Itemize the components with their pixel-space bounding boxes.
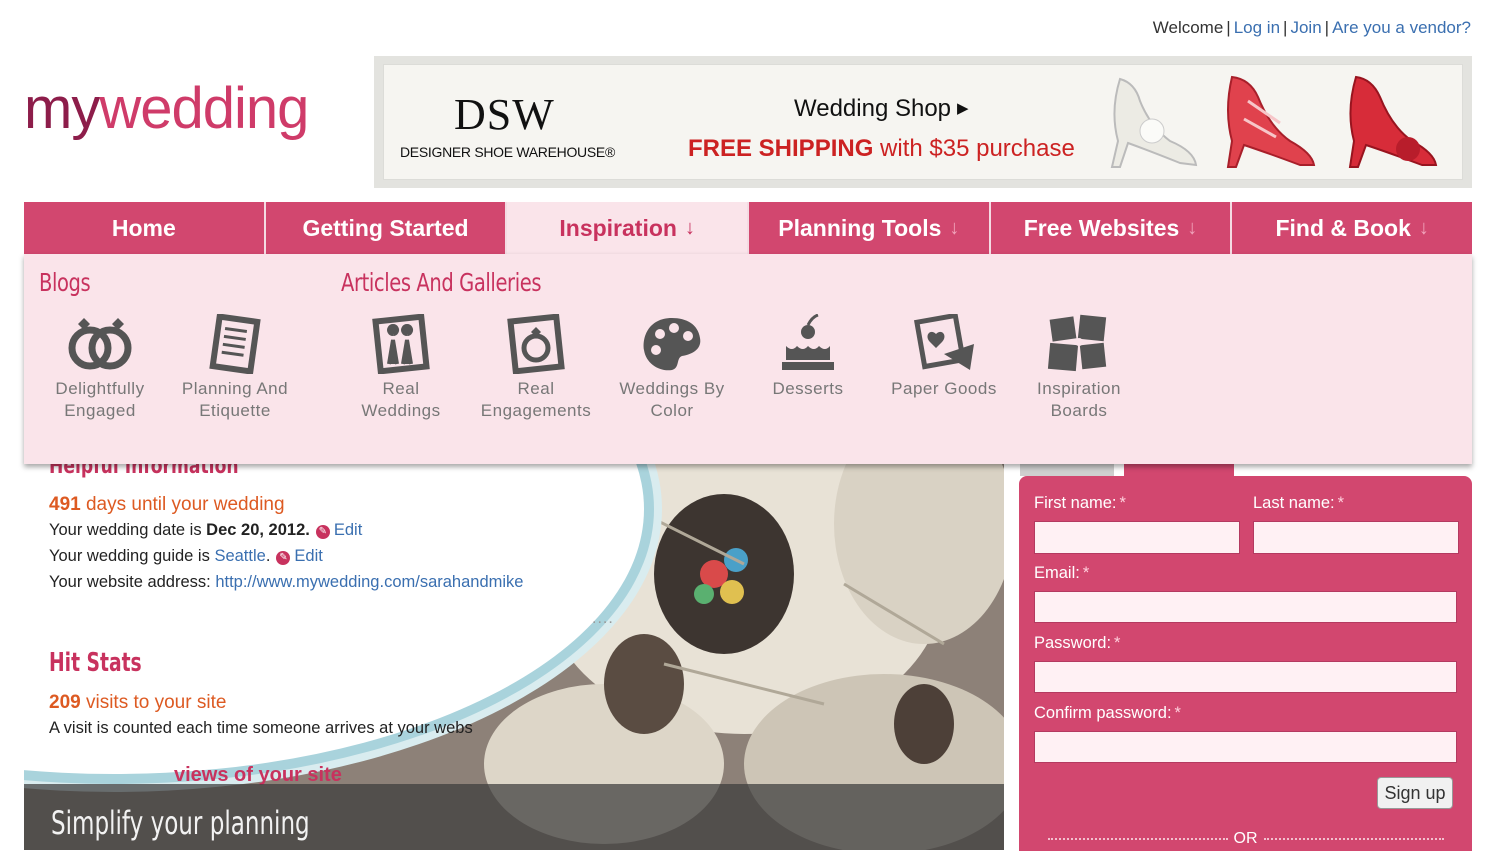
edit-icon: ✎	[315, 525, 330, 539]
signup-form: First name: * Last name: * Email: * Passwor…	[1019, 476, 1472, 851]
tab-inspiration[interactable]: Inspiration ↓	[507, 202, 750, 254]
red-strappy-shoe-image	[1226, 75, 1316, 168]
guide-city-link[interactable]: Seattle	[214, 547, 265, 565]
white-shoe-image	[1110, 77, 1198, 168]
menu-item-paper-goods[interactable]: Paper Goods	[876, 314, 1012, 400]
rings-icon	[68, 318, 132, 370]
hero-panel: Helpful Information 491 days until your …	[24, 464, 1004, 850]
couple-photo-icon	[372, 314, 430, 374]
or-divider: OR	[1019, 830, 1472, 848]
cake-icon	[782, 314, 834, 370]
menu-item-planning-etiquette[interactable]: Planning And Etiquette	[167, 314, 303, 422]
website-address-line: Your website address: http://www.myweddi…	[49, 573, 524, 591]
menu-item-inspiration-boards[interactable]: Inspiration Boards	[1011, 314, 1147, 422]
sign-up-button[interactable]: Sign up	[1377, 777, 1453, 809]
hit-stats-heading: Hit Stats	[49, 648, 142, 678]
inspiration-dropdown: Blogs Articles And Galleries Delightfull…	[24, 254, 1472, 464]
password-label: Password: *	[1034, 634, 1121, 652]
wedding-shop-link[interactable]: Wedding Shop ▶	[794, 95, 969, 123]
dsw-subtitle: DESIGNER SHOE WAREHOUSE®	[400, 144, 615, 160]
helpful-info-heading: Helpful Information	[49, 464, 239, 479]
confirm-password-label: Confirm password: *	[1034, 704, 1181, 722]
edit-guide-link[interactable]: Edit	[294, 547, 322, 565]
tab-find-book[interactable]: Find & Book ↓	[1232, 202, 1473, 254]
wedding-guide-line: Your wedding guide is Seattle. ✎ Edit	[49, 547, 323, 565]
welcome-text: Welcome	[1152, 18, 1224, 37]
checklist-icon	[209, 314, 261, 374]
edit-icon: ✎	[276, 551, 291, 565]
password-field[interactable]	[1034, 661, 1457, 693]
menu-item-real-weddings[interactable]: Real Weddings	[333, 314, 469, 422]
form-tab-inactive[interactable]	[1020, 464, 1114, 476]
email-label: Email: *	[1034, 564, 1090, 582]
free-shipping-text: FREE SHIPPING with $35 purchase	[688, 135, 1075, 162]
tab-getting-started[interactable]: Getting Started	[265, 202, 508, 254]
email-field[interactable]	[1034, 591, 1457, 623]
arrow-down-icon: ↓	[684, 216, 695, 239]
form-tabs	[1020, 464, 1440, 478]
articles-heading: Articles And Galleries	[341, 268, 542, 297]
menu-item-weddings-by-color[interactable]: Weddings By Color	[604, 314, 740, 422]
palette-icon	[643, 318, 701, 371]
banner-ad[interactable]: DSW DESIGNER SHOE WAREHOUSE® Wedding Sho…	[374, 56, 1472, 188]
arrow-down-icon: ↓	[1187, 216, 1198, 239]
menu-item-delightfully-engaged[interactable]: Delightfully Engaged	[32, 314, 168, 422]
last-name-label: Last name: *	[1253, 494, 1345, 512]
dsw-logo: DSW	[454, 90, 555, 139]
edit-date-link[interactable]: Edit	[334, 521, 362, 539]
menu-item-real-engagements[interactable]: Real Engagements	[468, 314, 604, 422]
visit-description: A visit is counted each time someone arr…	[49, 719, 473, 737]
days-until-wedding: 491 days until your wedding	[49, 494, 285, 515]
tab-home[interactable]: Home	[24, 202, 266, 254]
join-link[interactable]: Join	[1290, 18, 1321, 37]
dotted-separator: ....	[592, 610, 614, 627]
blogs-heading: Blogs	[39, 268, 91, 297]
arrow-down-icon: ↓	[1418, 216, 1429, 239]
main-nav: Home Getting Started Inspiration ↓ Planni…	[24, 202, 1473, 254]
visits-line: 209 visits to your site	[49, 692, 227, 713]
wedding-date-line: Your wedding date is Dec 20, 2012. ✎ Edit	[49, 521, 363, 539]
first-name-label: First name: *	[1034, 494, 1126, 512]
site-logo[interactable]: mywedding	[24, 80, 309, 138]
first-name-field[interactable]	[1034, 521, 1240, 554]
ring-photo-icon	[507, 314, 565, 374]
login-link[interactable]: Log in	[1234, 18, 1280, 37]
utility-bar: Welcome | Log in | Join | Are you a vendor?	[1152, 18, 1471, 37]
last-name-field[interactable]	[1253, 521, 1459, 554]
website-url-link[interactable]: http://www.mywedding.com/sarahandmike	[215, 573, 523, 591]
boards-icon	[1047, 314, 1107, 372]
triangle-right-icon: ▶	[957, 100, 969, 117]
hero-caption-bar: Simplify your planning	[24, 784, 1004, 850]
hero-caption: Simplify your planning	[51, 804, 310, 842]
tab-free-websites[interactable]: Free Websites ↓	[990, 202, 1233, 254]
tab-planning-tools[interactable]: Planning Tools ↓	[749, 202, 991, 254]
vendor-link[interactable]: Are you a vendor?	[1332, 18, 1471, 37]
arrow-down-icon: ↓	[949, 216, 960, 239]
envelope-icon	[913, 314, 974, 370]
menu-item-desserts[interactable]: Desserts	[740, 314, 876, 400]
confirm-password-field[interactable]	[1034, 731, 1457, 763]
red-bow-shoe-image	[1348, 75, 1438, 168]
